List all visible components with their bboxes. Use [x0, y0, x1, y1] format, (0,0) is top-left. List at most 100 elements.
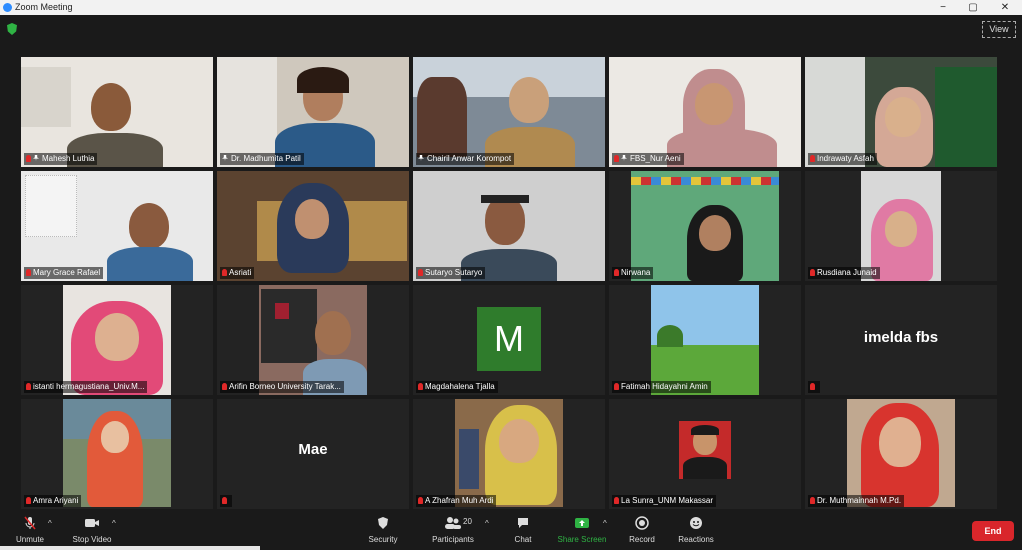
- participants-options-caret-icon[interactable]: ^: [485, 519, 489, 528]
- participant-tile[interactable]: Mahesh Luthia: [21, 57, 213, 167]
- view-button[interactable]: View: [982, 21, 1016, 38]
- participant-name-label: Asriati: [220, 267, 255, 279]
- meeting-controls-toolbar: Unmute ^ Stop Video ^ Security Participa…: [0, 512, 1022, 550]
- pin-icon: [33, 155, 39, 161]
- muted-mic-icon: [26, 383, 31, 390]
- participant-video: [455, 399, 563, 507]
- participant-tile[interactable]: Chairil Anwar Korompot: [413, 57, 605, 167]
- muted-mic-icon: [810, 269, 815, 276]
- record-icon: [635, 516, 649, 530]
- participant-video: [679, 421, 731, 479]
- participant-tile[interactable]: Fatimah Hidayahni Amin: [609, 285, 801, 395]
- participant-tile[interactable]: Arifin Borneo University Tarak...: [217, 285, 409, 395]
- participant-name-label: Fatimah Hidayahni Amin: [612, 381, 711, 393]
- muted-mic-icon: [26, 497, 31, 504]
- reactions-button[interactable]: Reactions: [676, 516, 716, 544]
- record-label: Record: [629, 535, 655, 544]
- participant-tile[interactable]: A Zhafran Muh Ardi: [413, 399, 605, 509]
- participant-name-label: Amra Ariyani: [24, 495, 82, 507]
- audio-options-caret-icon[interactable]: ^: [48, 519, 52, 528]
- muted-mic-icon: [810, 155, 815, 162]
- stop-video-button[interactable]: Stop Video: [68, 516, 116, 544]
- participant-name-label: Chairil Anwar Korompot: [416, 153, 515, 165]
- share-options-caret-icon[interactable]: ^: [603, 519, 607, 528]
- participant-name-label: Dr. Madhumita Patil: [220, 153, 304, 165]
- participant-video: [413, 171, 605, 281]
- taskbar-strip: [0, 546, 260, 550]
- participant-video: [861, 171, 941, 281]
- minimize-button[interactable]: −: [928, 0, 958, 15]
- participant-initial-avatar: M: [477, 307, 541, 371]
- participant-video: [21, 57, 213, 167]
- participants-icon: [445, 517, 461, 529]
- participant-tile[interactable]: Asriati: [217, 171, 409, 281]
- participants-label: Participants: [432, 535, 474, 544]
- participant-tile[interactable]: Indrawaty Asfah: [805, 57, 997, 167]
- participant-tile[interactable]: istanti hermagustiana_Univ.M...: [21, 285, 213, 395]
- participant-tile[interactable]: La Sunra_UNM Makassar: [609, 399, 801, 509]
- maximize-button[interactable]: ▢: [958, 0, 988, 15]
- participant-name-label: istanti hermagustiana_Univ.M...: [24, 381, 148, 393]
- participant-tile[interactable]: Amra Ariyani: [21, 399, 213, 509]
- participant-name-label: Rusdiana Junaid: [808, 267, 880, 279]
- participant-video: [217, 57, 409, 167]
- muted-mic-icon: [614, 383, 619, 390]
- participant-tile[interactable]: Mary Grace Rafael: [21, 171, 213, 281]
- zoom-app-icon: [3, 3, 12, 12]
- muted-mic-icon: [26, 155, 31, 162]
- participant-display-name: imelda fbs: [863, 329, 939, 346]
- reactions-label: Reactions: [678, 535, 714, 544]
- participant-name-label: Arifin Borneo University Tarak...: [220, 381, 344, 393]
- participant-name-label: FBS_Nur Aeni: [612, 153, 684, 165]
- participant-tile[interactable]: Mae: [217, 399, 409, 509]
- participant-tile[interactable]: imelda fbs: [805, 285, 997, 395]
- participant-tile[interactable]: FBS_Nur Aeni: [609, 57, 801, 167]
- unmute-label: Unmute: [15, 535, 44, 544]
- participant-video: [63, 399, 171, 507]
- share-screen-icon: [575, 518, 589, 528]
- participant-tile-active-speaker[interactable]: Dr. Madhumita Patil: [217, 57, 409, 167]
- participant-display-name: Mae: [298, 441, 328, 458]
- participant-video: [631, 171, 779, 281]
- pin-icon: [222, 155, 228, 161]
- participant-tile[interactable]: Dr. Muthmainnah M.Pd.: [805, 399, 997, 509]
- video-options-caret-icon[interactable]: ^: [112, 519, 116, 528]
- chat-bubble-icon: [518, 518, 528, 528]
- muted-mic-icon: [810, 383, 815, 390]
- chat-label: Chat: [514, 535, 532, 544]
- share-screen-label: Share Screen: [557, 535, 607, 544]
- participant-name-label: Dr. Muthmainnah M.Pd.: [808, 495, 905, 507]
- participant-video: [609, 57, 801, 167]
- unmute-button[interactable]: Unmute: [12, 516, 48, 544]
- participant-video: [63, 285, 171, 395]
- muted-mic-icon: [810, 497, 815, 504]
- end-meeting-button[interactable]: End: [972, 521, 1014, 541]
- participant-name-label: [808, 381, 820, 393]
- reactions-smiley-icon: [690, 517, 702, 529]
- participant-video: [847, 399, 955, 507]
- participant-name-label: Sutaryo Sutaryo: [416, 267, 486, 279]
- record-button[interactable]: Record: [626, 516, 658, 544]
- muted-mic-icon: [222, 383, 227, 390]
- participant-name-label: Nirwana: [612, 267, 654, 279]
- muted-microphone-icon: [24, 516, 36, 530]
- video-camera-icon: [85, 519, 99, 527]
- stop-video-label: Stop Video: [72, 535, 112, 544]
- muted-mic-icon: [418, 383, 423, 390]
- participant-name-label: Magdahalena Tjalla: [416, 381, 498, 393]
- chat-button[interactable]: Chat: [508, 516, 538, 544]
- security-button[interactable]: Security: [365, 516, 401, 544]
- window-title: Zoom Meeting: [15, 2, 73, 12]
- participant-video: [651, 285, 759, 395]
- participant-tile[interactable]: Rusdiana Junaid: [805, 171, 997, 281]
- participant-tile[interactable]: Sutaryo Sutaryo: [413, 171, 605, 281]
- security-shield-icon: [378, 517, 388, 529]
- close-window-button[interactable]: ✕: [990, 0, 1020, 15]
- participant-name-label: La Sunra_UNM Makassar: [612, 495, 717, 507]
- participant-tile[interactable]: Nirwana: [609, 171, 801, 281]
- muted-mic-icon: [614, 155, 619, 162]
- participant-tile[interactable]: M Magdahalena Tjalla: [413, 285, 605, 395]
- muted-mic-icon: [418, 497, 423, 504]
- share-screen-button[interactable]: Share Screen: [557, 516, 607, 544]
- encryption-shield-icon[interactable]: [7, 23, 17, 35]
